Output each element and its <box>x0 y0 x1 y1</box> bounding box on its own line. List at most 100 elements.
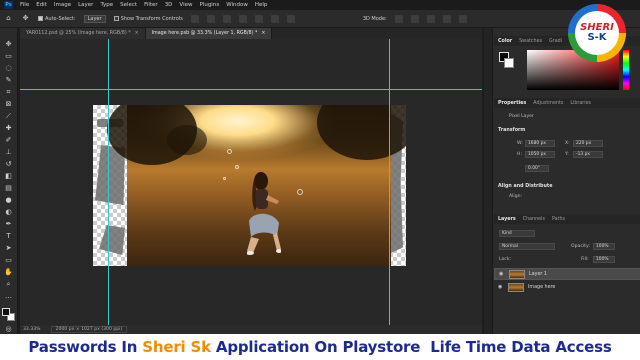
menu-type[interactable]: Type <box>100 2 113 8</box>
auto-select-option[interactable]: Auto-Select: <box>38 16 76 22</box>
path-select-icon[interactable]: ➤ <box>4 244 13 253</box>
brush-icon[interactable]: ✐ <box>4 136 13 145</box>
more-options-icon[interactable] <box>286 14 295 23</box>
lasso-icon[interactable]: ◌ <box>4 64 13 73</box>
home-icon[interactable]: ⌂ <box>4 14 13 23</box>
menu-3d[interactable]: 3D <box>165 2 173 8</box>
logo-line2: S-K <box>587 32 607 43</box>
align-label: Align: <box>509 194 523 199</box>
foreground-color-swatch[interactable] <box>1 308 10 316</box>
align-top-icon[interactable] <box>238 14 247 23</box>
photo-layer[interactable] <box>107 105 406 266</box>
layer-name[interactable]: Layer 1 <box>529 272 547 277</box>
more-tools-icon[interactable]: … <box>4 292 13 301</box>
menu-view[interactable]: View <box>179 2 192 8</box>
align-right-icon[interactable] <box>222 14 231 23</box>
align-bottom-icon[interactable] <box>270 14 279 23</box>
show-transform-checkbox[interactable] <box>113 16 119 21</box>
menu-edit[interactable]: Edit <box>36 2 47 8</box>
auto-select-checkbox[interactable] <box>38 16 43 21</box>
fill-field[interactable]: 100% <box>593 256 615 263</box>
3d-slide-icon[interactable] <box>442 14 451 23</box>
y-field[interactable]: -13 px <box>573 151 603 158</box>
close-icon[interactable]: × <box>135 31 139 36</box>
auto-select-dropdown[interactable]: Layer <box>83 14 106 23</box>
quick-mask-icon[interactable]: ◎ <box>4 325 13 334</box>
menu-help[interactable]: Help <box>255 2 268 8</box>
document-canvas[interactable] <box>93 105 406 266</box>
document-info[interactable]: 2000 px × 1027 px (300 ppi) <box>50 326 128 333</box>
hand-icon[interactable]: ✋ <box>4 268 13 277</box>
menu-layer[interactable]: Layer <box>78 2 93 8</box>
rectangle-icon[interactable]: ▭ <box>4 256 13 265</box>
caption-banner: Passwords In Sheri Sk Application On Pla… <box>0 334 640 360</box>
eyedropper-icon[interactable]: ⟋ <box>4 112 13 121</box>
menu-image[interactable]: Image <box>54 2 71 8</box>
tab-adjustments[interactable]: Adjustments <box>533 101 563 106</box>
close-icon[interactable]: × <box>261 31 265 36</box>
opacity-field[interactable]: 100% <box>593 243 615 250</box>
align-section-title[interactable]: Align and Distribute <box>498 184 552 189</box>
menu-window[interactable]: Window <box>226 2 248 8</box>
height-field[interactable]: 1050 px <box>525 151 555 158</box>
eraser-icon[interactable]: ◧ <box>4 172 13 181</box>
align-left-icon[interactable] <box>190 14 199 23</box>
type-icon[interactable]: T <box>4 232 13 241</box>
move-tool-icon[interactable]: ✥ <box>21 14 30 23</box>
width-field[interactable]: 1680 px <box>525 140 555 147</box>
healing-brush-icon[interactable]: ✚ <box>4 124 13 133</box>
menu-select[interactable]: Select <box>120 2 137 8</box>
eye-icon[interactable]: ◉ <box>499 271 505 277</box>
canvas-area[interactable] <box>20 39 482 325</box>
tab-properties[interactable]: Properties <box>498 101 526 106</box>
tab-image-here[interactable]: Image here.psb @ 33.3% (Layer 1, RGB/8) … <box>145 28 273 39</box>
gradient-icon[interactable]: ▤ <box>4 184 13 193</box>
tab-libraries[interactable]: Libraries <box>570 101 591 106</box>
guide-vertical-right[interactable] <box>389 39 390 325</box>
zoom-level[interactable]: 33.33% <box>23 327 41 332</box>
3d-rotate-icon[interactable] <box>394 14 403 23</box>
color-bg-swatch[interactable] <box>504 58 514 68</box>
layer-row[interactable]: ◉ Image here <box>494 281 640 293</box>
dodge-icon[interactable]: ◐ <box>4 208 13 217</box>
hue-slider[interactable] <box>623 50 629 90</box>
tab-swatches[interactable]: Swatches <box>519 39 542 44</box>
transform-section-title[interactable]: Transform <box>498 128 525 133</box>
3d-drag-icon[interactable] <box>426 14 435 23</box>
clone-stamp-icon[interactable]: ⊥ <box>4 148 13 157</box>
angle-field[interactable]: 0.00° <box>525 165 549 172</box>
menu-file[interactable]: File <box>20 2 29 8</box>
guide-horizontal[interactable] <box>20 89 482 90</box>
history-brush-icon[interactable]: ↺ <box>4 160 13 169</box>
align-center-icon[interactable] <box>206 14 215 23</box>
layer-name[interactable]: Image here <box>528 285 555 290</box>
quick-select-icon[interactable]: ✎ <box>4 76 13 85</box>
eye-icon[interactable]: ◉ <box>498 284 504 290</box>
move-icon[interactable]: ✥ <box>4 40 13 49</box>
menu-plugins[interactable]: Plugins <box>199 2 219 8</box>
artboard-icon[interactable]: ▭ <box>4 52 13 61</box>
color-swatches[interactable] <box>1 308 16 322</box>
3d-roll-icon[interactable] <box>410 14 419 23</box>
layer-filter-dropdown[interactable]: Kind <box>499 230 535 237</box>
guide-vertical-left[interactable] <box>108 39 109 325</box>
tab-channels[interactable]: Channels <box>523 217 545 222</box>
3d-scale-icon[interactable] <box>458 14 467 23</box>
tab-color[interactable]: Color <box>498 39 512 44</box>
photoshop-logo[interactable]: Ps <box>4 1 13 9</box>
x-field[interactable]: 220 px <box>573 140 603 147</box>
menu-filter[interactable]: Filter <box>144 2 158 8</box>
pen-icon[interactable]: ✒ <box>4 220 13 229</box>
tab-yar0112[interactable]: YAR0112.psd @ 25% (Image here, RGB/8) * … <box>20 28 146 39</box>
tab-gradients[interactable]: Gradi <box>549 39 562 44</box>
frame-icon[interactable]: ⊠ <box>4 100 13 109</box>
tab-layers[interactable]: Layers <box>498 217 516 222</box>
zoom-icon[interactable]: ⌕ <box>4 280 13 289</box>
tab-paths[interactable]: Paths <box>552 217 565 222</box>
blur-icon[interactable]: ● <box>4 196 13 205</box>
show-transform-option[interactable]: Show Transform Controls <box>113 16 183 22</box>
blend-mode-dropdown[interactable]: Normal <box>499 243 555 250</box>
align-middle-icon[interactable] <box>254 14 263 23</box>
crop-icon[interactable]: ⌗ <box>4 88 13 97</box>
layer-row[interactable]: ◉ Layer 1 <box>494 268 640 280</box>
